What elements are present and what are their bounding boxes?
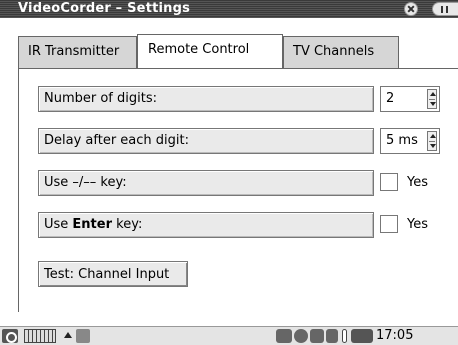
show-more-icon[interactable] xyxy=(64,332,72,338)
number-of-digits-value: 2 xyxy=(386,91,395,106)
app-icon[interactable] xyxy=(76,329,90,343)
battery-icon[interactable] xyxy=(342,329,347,343)
window-menu-icon[interactable] xyxy=(432,2,458,16)
use-enter-key-label: Use Enter key: xyxy=(38,212,374,238)
tab-tv-channels[interactable]: TV Channels xyxy=(283,36,399,68)
clipboard-icon[interactable] xyxy=(326,329,338,343)
settings-panel: Number of digits: 2 Delay after each dig… xyxy=(18,68,458,312)
tab-bar: IR Transmitter Remote Control TV Channel… xyxy=(0,34,458,68)
use-dash-key-label: Use –/–– key: xyxy=(38,170,374,196)
use-enter-key-yes-label: Yes xyxy=(407,217,428,232)
taskbar: 17:05 xyxy=(0,326,458,345)
chat-icon[interactable] xyxy=(310,329,324,343)
use-enter-key-bold: Enter xyxy=(72,217,112,232)
clock: 17:05 xyxy=(376,328,414,343)
keyboard-icon[interactable] xyxy=(24,329,56,343)
tab-ir-transmitter[interactable]: IR Transmitter xyxy=(18,36,137,68)
number-of-digits-label: Number of digits: xyxy=(38,86,374,112)
delay-spinner[interactable]: 5 ms xyxy=(380,128,440,154)
use-dash-key-checkbox[interactable] xyxy=(380,173,398,191)
title-bar: VideoCorder – Settings xyxy=(0,0,458,18)
close-icon[interactable] xyxy=(404,2,418,16)
spinner-arrows-icon[interactable] xyxy=(427,89,437,109)
use-dash-key-yes-label: Yes xyxy=(407,175,428,190)
tab-remote-control[interactable]: Remote Control xyxy=(137,34,283,68)
use-enter-key-suffix: key: xyxy=(112,217,143,232)
use-enter-key-prefix: Use xyxy=(44,217,73,232)
spinner-arrows-icon[interactable] xyxy=(427,131,437,151)
volume-icon[interactable] xyxy=(351,329,373,343)
globe-icon[interactable] xyxy=(294,329,308,343)
use-enter-key-checkbox[interactable] xyxy=(380,215,398,233)
network-icon[interactable] xyxy=(276,329,292,343)
number-of-digits-spinner[interactable]: 2 xyxy=(380,86,440,112)
start-menu-icon[interactable] xyxy=(2,329,18,343)
delay-value: 5 ms xyxy=(386,133,418,148)
window-title: VideoCorder – Settings xyxy=(18,1,191,16)
test-channel-input-button[interactable]: Test: Channel Input xyxy=(38,261,188,287)
delay-label: Delay after each digit: xyxy=(38,128,374,154)
